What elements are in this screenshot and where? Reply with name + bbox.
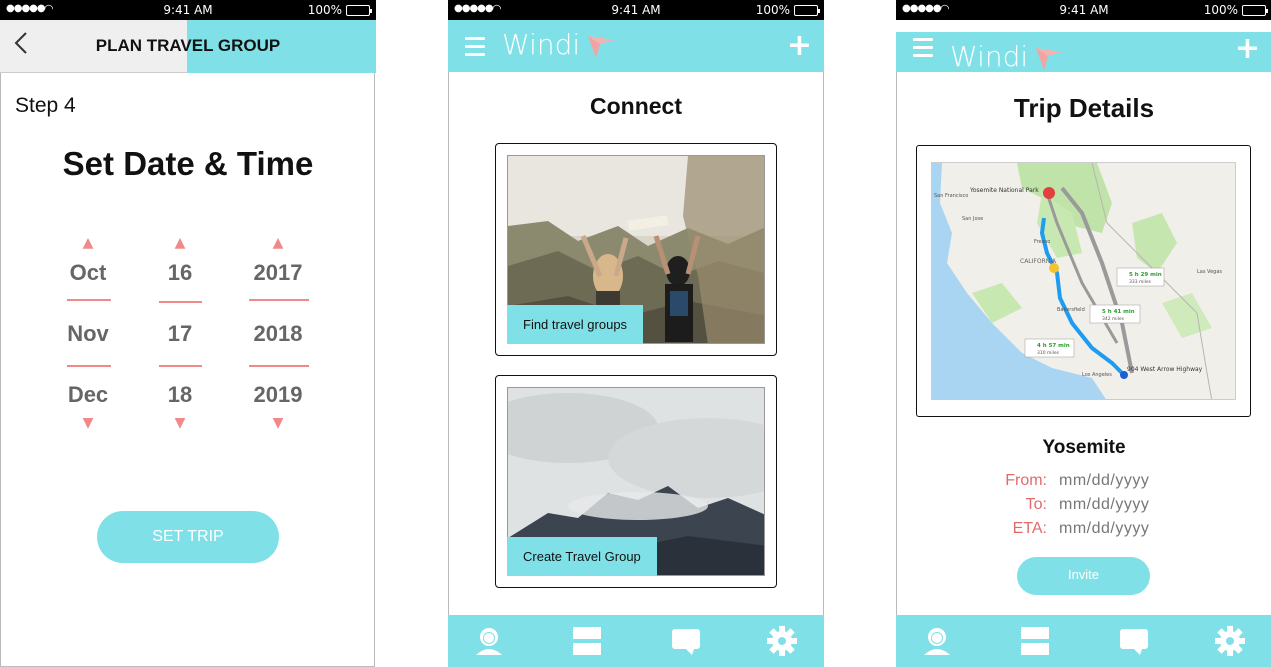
map-label-destination: 904 West Arrow Highway	[1127, 366, 1203, 373]
feed-icon[interactable]	[571, 625, 603, 657]
status-bar: ●●●●● ◠ 9:41 AM 100%	[0, 0, 376, 20]
year-option[interactable]: 2017	[233, 260, 323, 286]
battery-icon	[1242, 5, 1268, 16]
chat-icon[interactable]	[1118, 625, 1150, 657]
phone-screen-connect: ●●●●● ◠ 9:41 AM 100% Windi + Connect Fin…	[448, 0, 824, 667]
month-up-arrow-icon[interactable]: ▲	[43, 236, 133, 250]
month-picker[interactable]: ▲ Oct Nov Dec ▼	[43, 230, 133, 440]
bottom-tab-bar	[896, 615, 1271, 667]
add-plus-icon[interactable]: +	[1235, 34, 1260, 64]
phone-screen-plan-travel-group: ●●●●● ◠ 9:41 AM 100% PLAN TRAVEL GROUP S…	[0, 0, 376, 667]
to-date-field[interactable]: mm/dd/yyyy	[1059, 496, 1149, 514]
route-2-distance: 342 miles	[1102, 316, 1125, 322]
create-travel-group-label[interactable]: Create Travel Group	[507, 537, 657, 576]
divider	[249, 365, 309, 367]
detail-eta-row: ETA: mm/dd/yyyy	[896, 520, 1271, 542]
settings-gear-icon[interactable]	[1214, 625, 1246, 657]
month-option[interactable]: Oct	[43, 260, 133, 286]
settings-gear-icon[interactable]	[766, 625, 798, 657]
map-label-los-angeles: Los Angeles	[1082, 372, 1112, 378]
step-label: Step 4	[15, 94, 76, 117]
windi-logo: Windi	[950, 40, 1062, 73]
set-date-time-heading: Set Date & Time	[62, 145, 314, 182]
from-date-field[interactable]: mm/dd/yyyy	[1059, 472, 1149, 490]
page-title: PLAN TRAVEL GROUP	[95, 36, 281, 55]
year-picker[interactable]: ▲ 2017 2018 2019 ▼	[233, 230, 323, 440]
eta-date-field[interactable]: mm/dd/yyyy	[1059, 520, 1149, 538]
year-option[interactable]: 2019	[233, 382, 323, 408]
trip-details-heading: Trip Details	[1013, 93, 1155, 123]
logo-text: Windi	[502, 28, 581, 61]
to-label: To:	[1025, 496, 1047, 513]
divider	[67, 299, 111, 301]
route-1-distance: 333 miles	[1129, 279, 1152, 285]
day-picker[interactable]: ▲ 16 17 18 ▼	[135, 230, 225, 440]
divider	[159, 301, 202, 303]
map-label-san-francisco: San Francisco	[934, 193, 968, 199]
month-option[interactable]: Dec	[43, 382, 133, 408]
status-bar: ●●●●● ◠ 9:41 AM 100%	[896, 0, 1271, 20]
detail-to-row: To: mm/dd/yyyy	[896, 496, 1271, 518]
app-header: Windi +	[448, 20, 824, 72]
battery-icon	[346, 5, 372, 16]
day-up-arrow-icon[interactable]: ▲	[135, 236, 225, 250]
hamburger-menu-icon[interactable]	[913, 38, 933, 62]
destination-name: Yosemite	[1042, 437, 1126, 458]
profile-icon[interactable]	[473, 625, 505, 657]
hamburger-menu-icon[interactable]	[465, 37, 485, 61]
year-up-arrow-icon[interactable]: ▲	[233, 236, 323, 250]
map-label-las-vegas: Las Vegas	[1197, 269, 1222, 275]
day-down-arrow-icon[interactable]: ▼	[135, 416, 225, 430]
route-2-time: 5 h 41 min	[1102, 309, 1135, 315]
battery-percent: 100%	[755, 3, 790, 17]
profile-icon[interactable]	[921, 625, 953, 657]
year-down-arrow-icon[interactable]: ▼	[233, 416, 323, 430]
day-option-selected[interactable]: 17	[135, 321, 225, 347]
map-label-san-jose: San Jose	[962, 216, 983, 222]
find-travel-groups-card[interactable]: Find travel groups	[495, 143, 777, 356]
find-travel-groups-label[interactable]: Find travel groups	[507, 305, 644, 344]
route-1-time: 5 h 29 min	[1129, 272, 1162, 278]
year-option-selected[interactable]: 2018	[233, 321, 323, 347]
create-travel-group-card[interactable]: Create Travel Group	[495, 375, 777, 588]
from-label: From:	[1005, 472, 1047, 489]
set-trip-button[interactable]: SET TRIP	[97, 511, 279, 563]
map-label-bakersfield: Bakersfield	[1057, 307, 1085, 313]
month-down-arrow-icon[interactable]: ▼	[43, 416, 133, 430]
paper-plane-logo-icon	[1036, 48, 1062, 70]
battery-icon	[794, 5, 820, 16]
status-bar: ●●●●● ◠ 9:41 AM 100%	[448, 0, 824, 20]
detail-from-row: From: mm/dd/yyyy	[896, 472, 1271, 494]
eta-label: ETA:	[1012, 520, 1047, 537]
phone-screen-trip-details: ●●●●● ◠ 9:41 AM 100% Windi + Trip Detail…	[896, 0, 1271, 667]
invite-button[interactable]: Invite	[1017, 557, 1150, 595]
app-header: Windi +	[896, 32, 1271, 73]
divider	[159, 365, 202, 367]
map-label-fresno: Fresno	[1034, 239, 1050, 245]
bottom-tab-bar	[448, 615, 824, 667]
map-label-yosemite: Yosemite National Park	[969, 187, 1039, 194]
nav-header: PLAN TRAVEL GROUP	[0, 20, 376, 73]
day-option[interactable]: 18	[135, 382, 225, 408]
paper-plane-logo-icon	[588, 36, 614, 58]
day-option[interactable]: 16	[135, 260, 225, 286]
battery-percent: 100%	[307, 3, 342, 17]
battery-percent: 100%	[1203, 3, 1238, 17]
map-label-state: CALIFORNIA	[1020, 258, 1057, 265]
connect-heading: Connect	[590, 93, 682, 119]
route-map[interactable]: Yosemite National Park San Francisco San…	[931, 162, 1236, 400]
add-plus-icon[interactable]: +	[787, 31, 812, 61]
chat-icon[interactable]	[670, 625, 702, 657]
route-3-distance: 310 miles	[1037, 350, 1060, 356]
route-3-time: 4 h 57 min	[1037, 343, 1070, 349]
logo-text: Windi	[950, 40, 1029, 73]
windi-logo: Windi	[502, 28, 614, 61]
month-option-selected[interactable]: Nov	[43, 321, 133, 347]
divider	[249, 299, 309, 301]
route-map-card: Yosemite National Park San Francisco San…	[916, 145, 1251, 417]
feed-icon[interactable]	[1019, 625, 1051, 657]
divider	[67, 365, 111, 367]
